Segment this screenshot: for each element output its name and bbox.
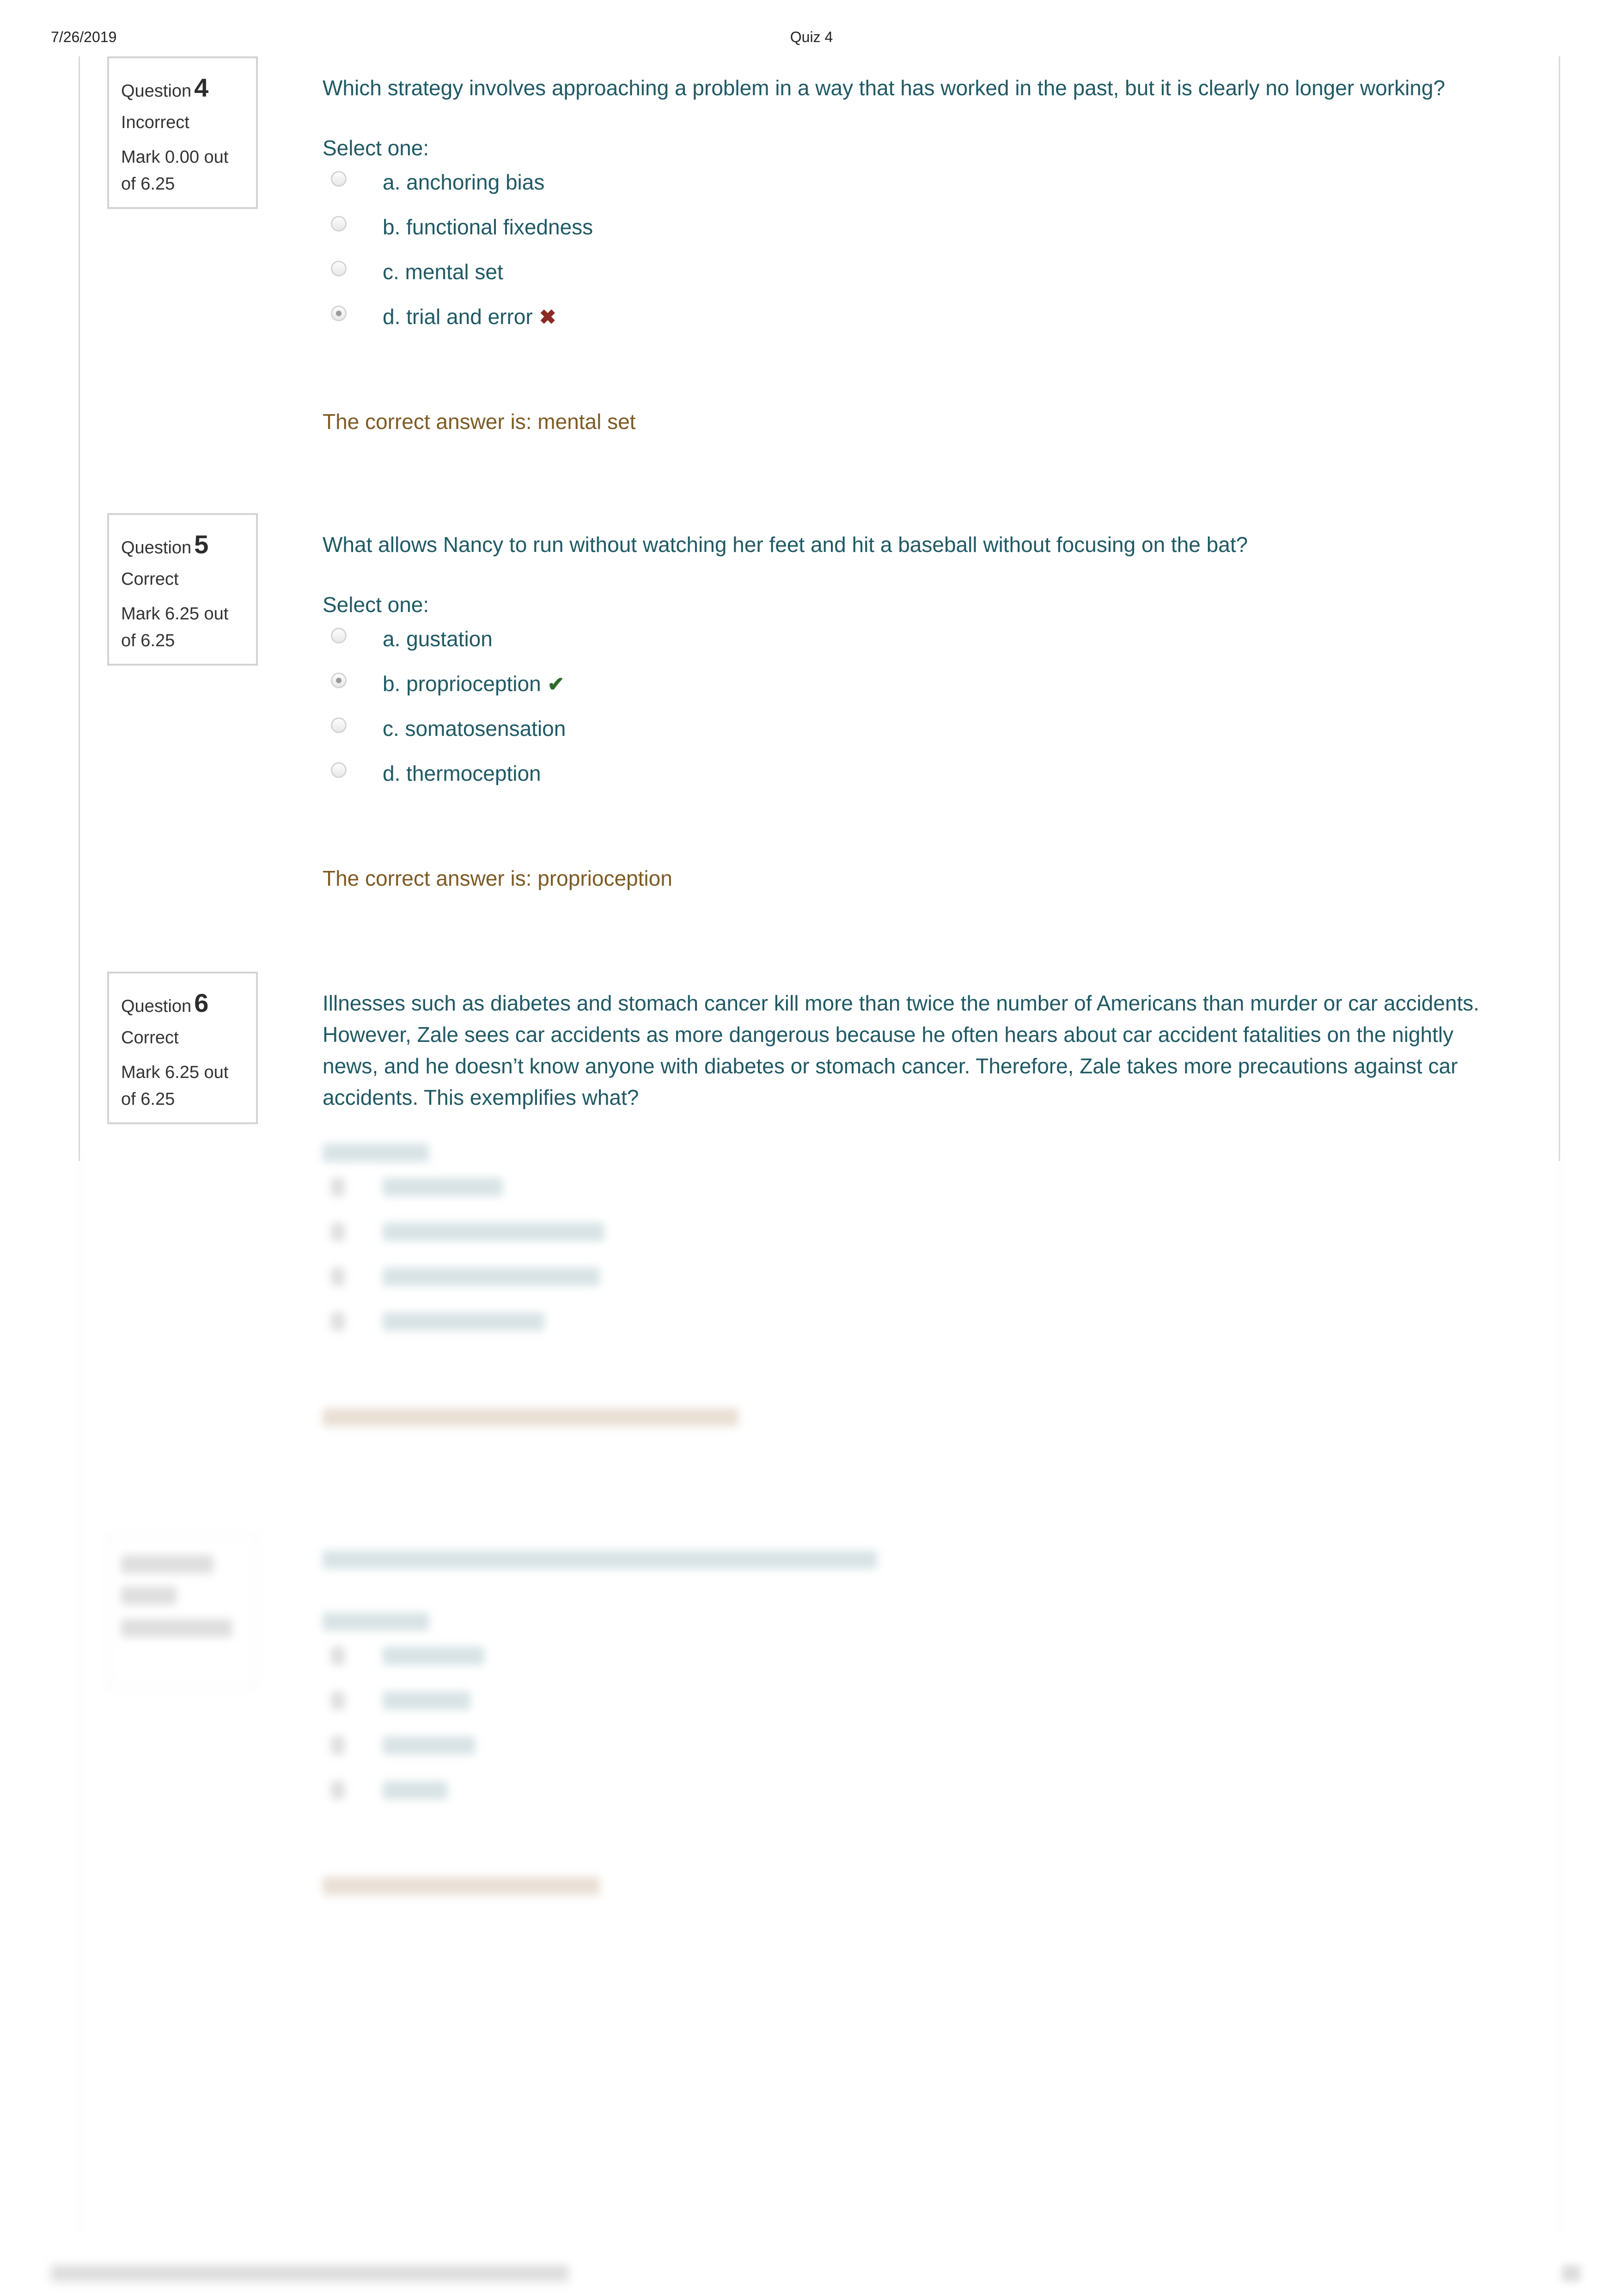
radio-button[interactable] bbox=[331, 717, 347, 733]
answer-option[interactable]: a. gustation bbox=[323, 625, 1506, 670]
correct-check-icon: ✔ bbox=[547, 673, 565, 696]
answer-label: a. anchoring bias bbox=[383, 170, 545, 194]
radio-button[interactable] bbox=[331, 171, 347, 187]
answer-option-selected[interactable]: d. trial and error ✖ bbox=[323, 303, 1506, 348]
question-number-line: Question 6 bbox=[121, 990, 256, 1017]
question-info: Question 5 Correct Mark 6.25 out of 6.25 bbox=[107, 513, 258, 666]
answer-label: b. functional fixedness bbox=[383, 215, 593, 239]
question-number: 4 bbox=[194, 73, 209, 102]
question-number: 5 bbox=[194, 530, 209, 559]
answer-list: a. gustation b. proprioception ✔ c. somat… bbox=[323, 625, 1506, 804]
print-header: 7/26/2019 Quiz 4 bbox=[0, 29, 1623, 47]
select-one-prompt: Select one: bbox=[323, 593, 429, 617]
answer-option-selected[interactable]: b. proprioception ✔ bbox=[323, 670, 1506, 715]
incorrect-x-icon: ✖ bbox=[539, 306, 556, 329]
question-info: Question 6 Correct Mark 6.25 out of 6.25 bbox=[107, 972, 258, 1124]
answer-label: a. gustation bbox=[383, 627, 493, 651]
question-content bbox=[323, 1550, 1506, 1895]
right-answer: The correct answer is: proprioception bbox=[323, 866, 672, 890]
question-text: What allows Nancy to run without watchin… bbox=[323, 533, 1248, 557]
radio-button[interactable] bbox=[331, 762, 347, 778]
question-grade: Mark 0.00 out of 6.25 bbox=[121, 147, 229, 194]
question-number: 6 bbox=[194, 988, 209, 1017]
answer-label: d. thermoception bbox=[383, 761, 541, 785]
answer-label: c. mental set bbox=[383, 260, 503, 284]
question-content: What allows Nancy to run without watchin… bbox=[323, 529, 1506, 892]
question-state: Incorrect bbox=[121, 113, 189, 132]
answer-option[interactable]: c. mental set bbox=[323, 258, 1506, 303]
question-number-line: Question 4 bbox=[121, 75, 256, 102]
radio-button-checked[interactable] bbox=[331, 673, 347, 688]
blurred-answer-region bbox=[323, 1144, 1506, 1427]
footer-url-blurred bbox=[51, 2265, 568, 2282]
question-state: Correct bbox=[121, 1028, 179, 1047]
select-one-prompt: Select one: bbox=[323, 136, 429, 160]
print-title: Quiz 4 bbox=[790, 29, 833, 45]
radio-button[interactable] bbox=[331, 261, 347, 276]
answer-list: a. anchoring bias b. functional fixednes… bbox=[323, 168, 1506, 348]
question-state: Correct bbox=[121, 569, 179, 589]
question-grade: Mark 6.25 out of 6.25 bbox=[121, 1063, 229, 1109]
question-content: Illnesses such as diabetes and stomach c… bbox=[323, 987, 1506, 1427]
question-text: Illnesses such as diabetes and stomach c… bbox=[323, 991, 1480, 1109]
answer-label: c. somatosensation bbox=[383, 716, 566, 741]
answer-option[interactable]: d. thermoception bbox=[323, 759, 1506, 804]
answer-option[interactable]: b. functional fixedness bbox=[323, 213, 1506, 258]
right-answer: The correct answer is: mental set bbox=[323, 410, 636, 434]
question-label: Question bbox=[121, 997, 192, 1016]
answer-label: d. trial and error bbox=[383, 305, 533, 329]
answer-option[interactable]: c. somatosensation bbox=[323, 715, 1506, 759]
footer-page-number-blurred bbox=[1562, 2265, 1580, 2282]
question-text: Which strategy involves approaching a pr… bbox=[323, 76, 1446, 100]
question-label: Question bbox=[121, 538, 192, 557]
answer-label: b. proprioception bbox=[383, 672, 541, 696]
question-grade: Mark 6.25 out of 6.25 bbox=[121, 604, 229, 650]
radio-button[interactable] bbox=[331, 628, 347, 643]
question-label: Question bbox=[121, 81, 192, 101]
radio-button-checked[interactable] bbox=[331, 306, 347, 321]
question-content: Which strategy involves approaching a pr… bbox=[323, 72, 1506, 435]
question-info bbox=[107, 1535, 258, 1687]
question-info: Question 4 Incorrect Mark 0.00 out of 6.2… bbox=[107, 56, 258, 209]
radio-button[interactable] bbox=[331, 216, 347, 232]
question-number-line: Question 5 bbox=[121, 530, 256, 559]
answer-option[interactable]: a. anchoring bias bbox=[323, 168, 1506, 213]
